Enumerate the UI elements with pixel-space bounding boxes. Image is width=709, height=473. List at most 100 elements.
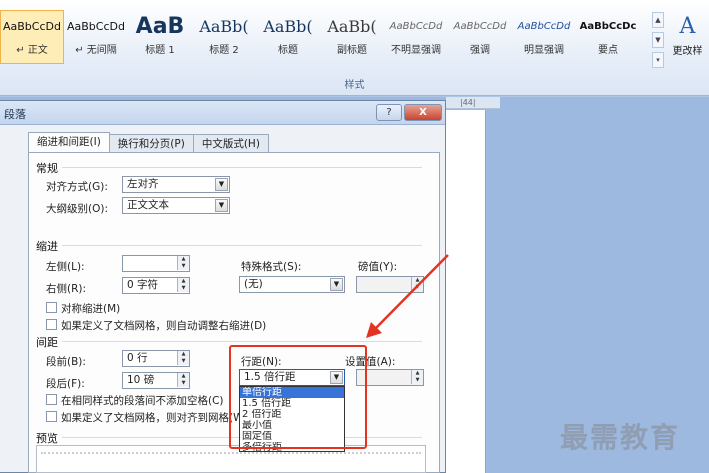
snap-to-grid-checkbox[interactable]: [46, 411, 57, 422]
spin-up-icon[interactable]: ▲: [177, 278, 189, 285]
style-label: 要点: [598, 45, 618, 56]
spacing-after-spinner[interactable]: 10 磅 ▲ ▼: [122, 372, 190, 389]
spin-up-icon[interactable]: ▲: [411, 370, 423, 377]
style-label: ↵ 正文: [16, 45, 48, 56]
spacing-before-spinner[interactable]: 0 行 ▲ ▼: [122, 350, 190, 367]
spin-up-icon[interactable]: ▲: [177, 351, 189, 358]
special-indent-value: (无): [244, 278, 263, 290]
dialog-titlebar[interactable]: 段落 ? X: [0, 101, 445, 125]
style-label: ↵ 无间隔: [75, 45, 117, 56]
style-preview: AaBbCcDd: [453, 21, 507, 32]
style-label: 副标题: [337, 45, 367, 56]
style-item[interactable]: AaBbCcDd 不明显强调: [384, 10, 448, 64]
indent-heading: 缩进: [36, 240, 58, 253]
style-preview: AaBbCcDd: [389, 21, 443, 32]
spacing-after-value: 10 磅: [127, 374, 155, 386]
outline-level-select[interactable]: 正文文本 ▼: [122, 197, 230, 214]
spin-down-icon[interactable]: ▼: [177, 263, 189, 270]
style-item[interactable]: AaBbCcDd 强调: [448, 10, 512, 64]
change-styles-label: 更改样: [672, 46, 703, 57]
style-preview: AaBbCcDd: [3, 20, 61, 33]
spin-up-icon[interactable]: ▲: [177, 373, 189, 380]
style-label: 标题: [278, 45, 298, 56]
style-label: 强调: [470, 45, 490, 56]
indent-left-label: 左侧(L):: [46, 261, 85, 273]
ruler: |44|: [446, 97, 500, 109]
style-label: 明显强调: [524, 45, 564, 56]
spin-down-icon[interactable]: ▼: [177, 380, 189, 387]
style-item[interactable]: AaBbCcDd ↵ 正文: [0, 10, 64, 64]
spacing-heading: 间距: [36, 336, 58, 349]
chevron-down-icon[interactable]: ▼: [215, 199, 228, 212]
style-preview: AaBb(: [327, 17, 377, 36]
change-styles-button[interactable]: A 更改样: [666, 12, 709, 68]
no-space-same-style-checkbox[interactable]: [46, 394, 57, 405]
spin-up-icon[interactable]: ▲: [177, 256, 189, 263]
spin-down-icon[interactable]: ▼: [177, 358, 189, 365]
spin-down-icon[interactable]: ▼: [177, 285, 189, 292]
tab-asian-typography[interactable]: 中文版式(H): [192, 134, 269, 153]
chevron-down-icon[interactable]: ▼: [215, 178, 228, 191]
mirror-indent-label: 对称缩进(M): [61, 303, 121, 315]
indent-right-spinner[interactable]: 0 字符 ▲ ▼: [122, 277, 190, 294]
style-label: 标题 2: [209, 45, 239, 56]
general-divider: [62, 167, 422, 168]
style-item[interactable]: AaBbCcDd ↵ 无间隔: [64, 10, 128, 64]
help-button[interactable]: ?: [376, 104, 402, 121]
indent-left-spinner[interactable]: ▲ ▼: [122, 255, 190, 272]
spacing-after-label: 段后(F):: [46, 378, 85, 390]
dialog-title: 段落: [4, 108, 26, 121]
style-item[interactable]: AaBbCcDc 要点: [576, 10, 640, 64]
style-item[interactable]: AaBb( 标题 2: [192, 10, 256, 64]
style-preview: AaBb(: [199, 17, 249, 36]
alignment-value: 左对齐: [127, 178, 159, 190]
style-item[interactable]: AaBb( 副标题: [320, 10, 384, 64]
watermark-logo: 最需教育: [560, 421, 681, 454]
outline-level-label: 大纲级别(O):: [46, 203, 108, 215]
style-item[interactable]: AaBb(标题: [256, 10, 320, 64]
spacing-divider: [62, 341, 422, 342]
indent-right-label: 右侧(R):: [46, 283, 87, 295]
style-label: 不明显强调: [391, 45, 441, 56]
tab-indents-spacing[interactable]: 缩进和间距(I): [28, 132, 110, 153]
tab-line-page-breaks[interactable]: 换行和分页(P): [108, 134, 194, 153]
dialog-tabs: 缩进和间距(I) 换行和分页(P) 中文版式(H): [28, 132, 269, 153]
alignment-select[interactable]: 左对齐 ▼: [122, 176, 230, 193]
snap-to-grid-label: 如果定义了文档网格，则对齐到网格(W): [61, 412, 248, 424]
indent-by-label: 磅值(Y):: [358, 261, 398, 273]
indent-divider: [62, 245, 422, 246]
auto-adjust-indent-label: 如果定义了文档网格，则自动调整右缩进(D): [61, 320, 267, 332]
styles-group-label: 样式: [344, 80, 365, 91]
spin-down-icon[interactable]: ▼: [411, 377, 423, 384]
indent-by-spinner[interactable]: ▲ ▼: [356, 276, 424, 293]
mirror-indent-checkbox[interactable]: [46, 302, 57, 313]
gallery-scrollbar[interactable]: ▲ ▼ ▾: [652, 12, 664, 68]
no-space-same-style-label: 在相同样式的段落间不添加空格(C): [61, 395, 224, 407]
style-preview: AaBbCcDd: [517, 21, 571, 32]
gallery-more-icon[interactable]: ▾: [652, 52, 664, 68]
gallery-down-icon[interactable]: ▼: [652, 32, 664, 48]
close-button[interactable]: X: [404, 104, 442, 121]
styles-gallery: AaBbCcDd ↵ 正文 AaBbCcDd ↵ 无间隔 AaB 标题 1 AaBb(标题 …: [0, 10, 640, 68]
document-page[interactable]: [446, 110, 486, 473]
spacing-before-label: 段前(B):: [46, 356, 86, 368]
style-preview: AaBbCcDc: [579, 21, 637, 32]
spacing-before-value: 0 行: [127, 352, 148, 364]
alignment-label: 对齐方式(G):: [46, 181, 108, 193]
spin-down-icon[interactable]: ▼: [411, 284, 423, 291]
preview-sample-lines: [41, 452, 421, 455]
style-preview: AaB: [135, 14, 185, 39]
preview-heading: 预览: [36, 432, 58, 445]
general-heading: 常规: [36, 162, 58, 175]
spin-up-icon[interactable]: ▲: [411, 277, 423, 284]
gallery-up-icon[interactable]: ▲: [652, 12, 664, 28]
chevron-down-icon[interactable]: ▼: [330, 278, 343, 291]
special-indent-select[interactable]: (无) ▼: [239, 276, 345, 293]
outline-level-value: 正文文本: [127, 199, 169, 211]
style-item[interactable]: AaB 标题 1: [128, 10, 192, 64]
ribbon: AaBbCcDd ↵ 正文 AaBbCcDd ↵ 无间隔 AaB 标题 1 AaBb(标题 …: [0, 0, 709, 96]
special-indent-label: 特殊格式(S):: [241, 261, 302, 273]
style-item[interactable]: AaBbCcDd 明显强调: [512, 10, 576, 64]
preview-box: [36, 445, 426, 473]
auto-adjust-indent-checkbox[interactable]: [46, 319, 57, 330]
